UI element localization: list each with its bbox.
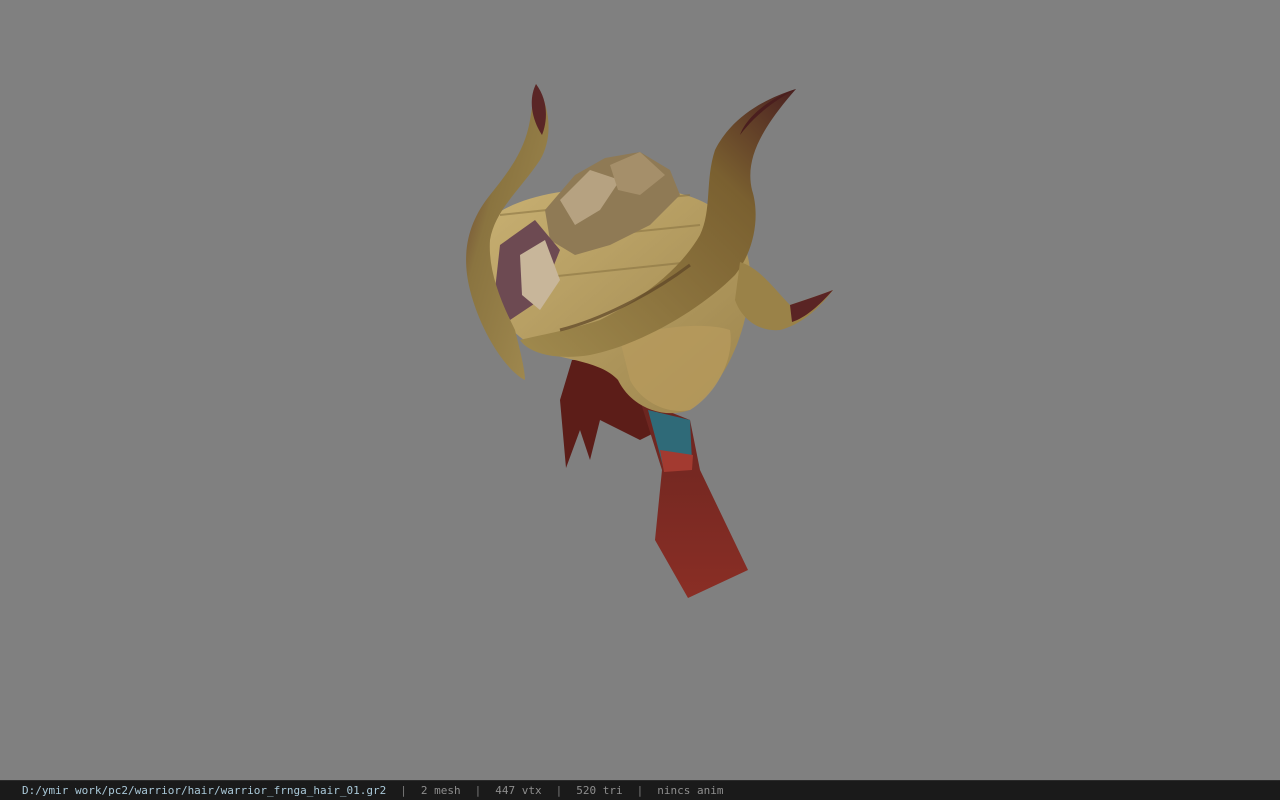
separator: | <box>636 784 644 797</box>
animation-status: nincs anim <box>657 784 724 797</box>
hair-model-render[interactable] <box>0 0 1280 780</box>
separator: | <box>555 784 563 797</box>
horn-back <box>735 262 833 331</box>
file-path: D:/ymir work/pc2/warrior/hair/warrior_fr… <box>22 784 387 797</box>
status-bar: D:/ymir work/pc2/warrior/hair/warrior_fr… <box>0 780 1280 800</box>
separator: | <box>474 784 482 797</box>
mesh-count: 2 mesh <box>420 784 461 797</box>
separator: | <box>400 784 407 797</box>
vertex-count: 447 vtx <box>495 784 542 797</box>
triangle-count: 520 tri <box>576 784 623 797</box>
3d-viewport[interactable] <box>0 0 1280 780</box>
